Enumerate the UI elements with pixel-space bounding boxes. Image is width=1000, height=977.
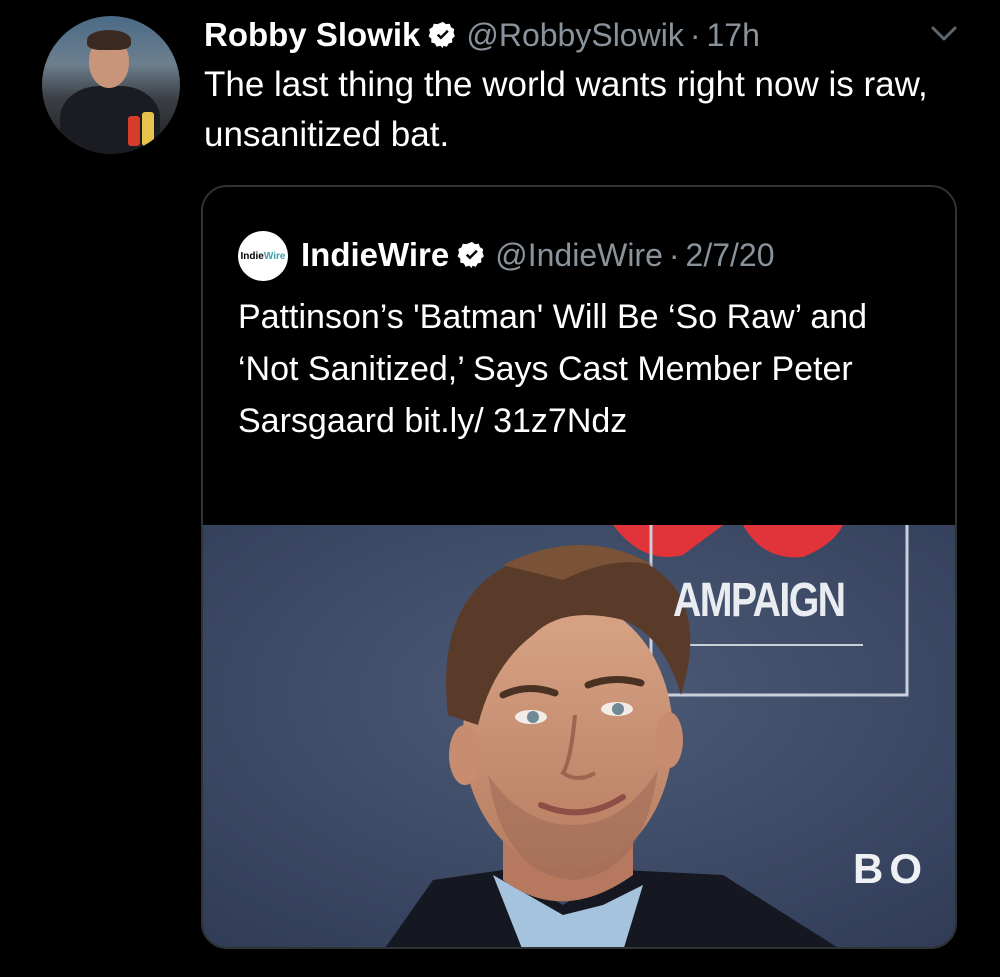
- tweet-text: The last thing the world wants right now…: [204, 65, 928, 154]
- quoted-text: Pattinson’s 'Batman' Will Be ‘So Raw’ an…: [238, 298, 868, 440]
- avatar-bottle-red: [128, 116, 140, 146]
- quoted-author-handle[interactable]: @IndieWire: [495, 237, 663, 274]
- quoted-header: IndieWire @IndieWire · 2/7/20: [301, 227, 775, 283]
- logo-text-wire: Wire: [263, 250, 286, 262]
- indiewire-logo[interactable]: Indie Wire: [238, 231, 288, 281]
- separator-dot: ·: [668, 236, 680, 273]
- avatar-hair: [87, 30, 131, 50]
- author-handle[interactable]: @RobbySlowik: [466, 17, 683, 54]
- backdrop-text-bo: BO: [853, 845, 928, 892]
- tweet-time[interactable]: 17h: [706, 17, 759, 54]
- verified-badge-icon: [457, 240, 487, 270]
- separator-dot: ·: [689, 16, 701, 53]
- backdrop-text-campaign: AMPAIGN: [673, 574, 846, 627]
- logo-text-indie: Indie: [240, 250, 264, 262]
- chevron-down-icon[interactable]: [928, 22, 960, 46]
- tweet-header: Robby Slowik @RobbySlowik · 17h: [204, 10, 760, 60]
- author-name[interactable]: Robby Slowik: [204, 16, 420, 54]
- quoted-author-name[interactable]: IndieWire: [301, 236, 449, 274]
- verified-badge-icon: [428, 20, 458, 50]
- quoted-tweet-card[interactable]: Indie Wire IndieWire @IndieWire · 2/7/20 …: [201, 185, 957, 949]
- quoted-date[interactable]: 2/7/20: [686, 237, 775, 274]
- quoted-photo[interactable]: AMPAIGN BO: [203, 525, 955, 947]
- avatar-bottle-yellow: [142, 112, 154, 146]
- author-avatar[interactable]: [42, 16, 180, 154]
